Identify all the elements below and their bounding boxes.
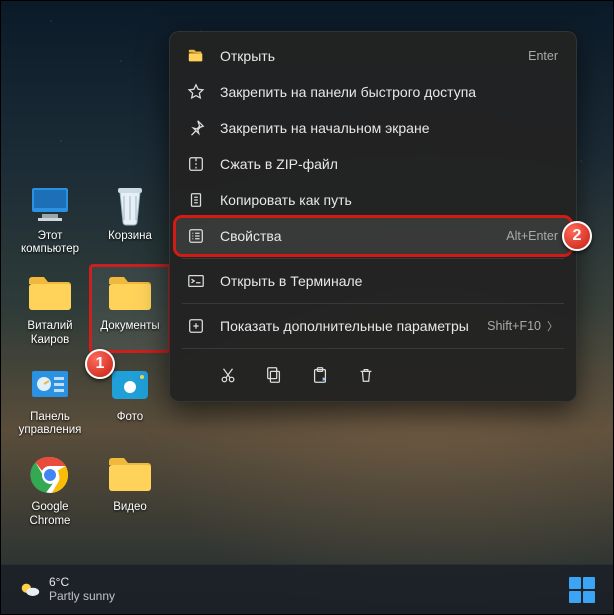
menu-item-label: Показать дополнительные параметры	[220, 318, 487, 334]
taskbar: 6°C Partly sunny	[1, 564, 613, 614]
star-icon	[186, 82, 206, 102]
cut-icon[interactable]	[216, 363, 240, 387]
desktop-icon-label: Этоткомпьютер	[21, 230, 79, 256]
paste-icon[interactable]	[308, 363, 332, 387]
menu-item-zip[interactable]: Сжать в ZIP-файл	[176, 146, 570, 182]
chrome-icon	[26, 451, 74, 499]
copy-icon[interactable]	[262, 363, 286, 387]
properties-icon	[186, 226, 206, 246]
desktop-icon-chrome[interactable]: GoogleChrome	[11, 447, 89, 531]
menu-item-folder-open[interactable]: ОткрытьEnter	[176, 38, 570, 74]
menu-item-terminal[interactable]: Открыть в Терминале	[176, 263, 570, 299]
weather-icon	[19, 579, 41, 601]
folder-open-icon	[186, 46, 206, 66]
video-icon	[106, 451, 154, 499]
menu-separator	[182, 258, 564, 259]
user-folder-icon	[26, 270, 74, 318]
menu-item-label: Закрепить на панели быстрого доступа	[220, 84, 558, 100]
desktop-icon-this-pc[interactable]: Этоткомпьютер	[11, 176, 89, 260]
menu-action-bar	[176, 353, 570, 391]
desktop-icon-label: GoogleChrome	[30, 501, 71, 527]
start-button[interactable]	[569, 577, 595, 603]
menu-item-label: Свойства	[220, 228, 506, 244]
desktop-icon-label: ВиталийКаиров	[27, 320, 72, 346]
menu-item-more[interactable]: Показать дополнительные параметрыShift+F…	[176, 308, 570, 344]
chevron-right-icon: 〉	[547, 318, 558, 334]
copy-path-icon	[186, 190, 206, 210]
menu-item-pin[interactable]: Закрепить на начальном экране	[176, 110, 570, 146]
weather-temp: 6°C	[49, 576, 115, 589]
menu-item-label: Закрепить на начальном экране	[220, 120, 558, 136]
taskbar-weather[interactable]: 6°C Partly sunny	[19, 576, 115, 602]
menu-item-shortcut: Enter	[528, 49, 558, 63]
desktop-icon-label: Фото	[117, 411, 143, 424]
control-icon	[26, 361, 74, 409]
desktop-icon-control[interactable]: Панельуправления	[11, 357, 89, 441]
more-icon	[186, 316, 206, 336]
desktop-icon-video[interactable]: Видео	[91, 447, 169, 531]
menu-separator	[182, 303, 564, 304]
recycle-icon	[106, 180, 154, 228]
menu-item-label: Копировать как путь	[220, 192, 558, 208]
desktop[interactable]: Этоткомпьютер Корзина ВиталийКаиров Докумен…	[0, 0, 614, 615]
pin-icon	[186, 118, 206, 138]
zip-icon	[186, 154, 206, 174]
callout-badge: 2	[562, 221, 592, 251]
desktop-icon-documents[interactable]: Документы1	[91, 266, 169, 350]
menu-item-shortcut: Alt+Enter	[506, 229, 558, 243]
menu-item-star[interactable]: Закрепить на панели быстрого доступа	[176, 74, 570, 110]
weather-text: 6°C Partly sunny	[49, 576, 115, 602]
weather-cond: Partly sunny	[49, 590, 115, 603]
menu-item-properties[interactable]: СвойстваAlt+Enter2	[176, 218, 570, 254]
menu-item-shortcut: Shift+F10	[487, 319, 541, 333]
desktop-icon-user-folder[interactable]: ВиталийКаиров	[11, 266, 89, 350]
desktop-icon-label: Корзина	[108, 230, 152, 243]
menu-item-label: Сжать в ZIP-файл	[220, 156, 558, 172]
menu-separator	[182, 348, 564, 349]
terminal-icon	[186, 271, 206, 291]
trash-icon[interactable]	[354, 363, 378, 387]
callout-badge: 1	[85, 349, 115, 379]
desktop-icon-recycle[interactable]: Корзина	[91, 176, 169, 260]
menu-item-label: Открыть	[220, 48, 528, 64]
desktop-icon-label: Панельуправления	[19, 411, 82, 437]
documents-icon	[106, 270, 154, 318]
desktop-icon-label: Видео	[113, 501, 147, 514]
this-pc-icon	[26, 180, 74, 228]
menu-item-copy-path[interactable]: Копировать как путь	[176, 182, 570, 218]
context-menu: ОткрытьEnter Закрепить на панели быстрого…	[169, 31, 577, 402]
desktop-icon-label: Документы	[100, 320, 159, 333]
menu-item-label: Открыть в Терминале	[220, 273, 558, 289]
